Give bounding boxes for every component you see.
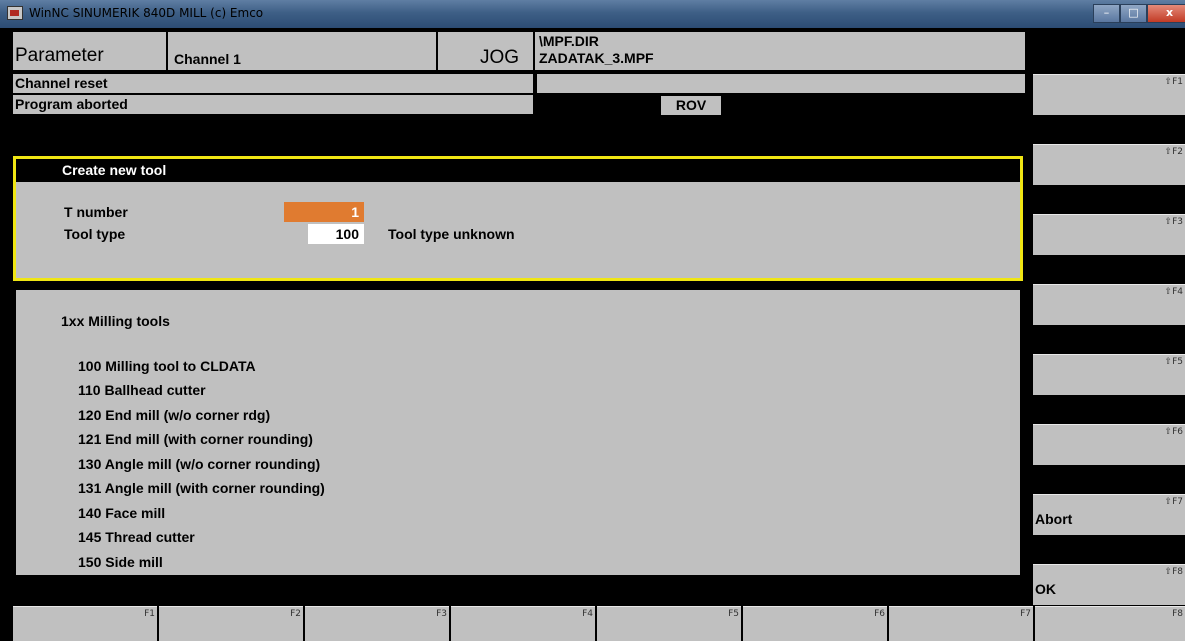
softkey-key-label: F5	[728, 609, 739, 619]
softkey-key-label: F3	[436, 609, 447, 619]
list-item: 150 Side mill	[78, 554, 163, 570]
tool-type-description: Tool type unknown	[388, 226, 515, 242]
maximize-button[interactable]: □	[1120, 4, 1147, 23]
softkey-f2[interactable]: F2	[159, 606, 303, 641]
softkey-key-label: ⇧F3	[1164, 217, 1183, 227]
channel-label: Channel 1	[174, 51, 241, 67]
softkey-key-label: F1	[144, 609, 155, 619]
softkey-label: Abort	[1035, 511, 1073, 527]
list-heading: 1xx Milling tools	[61, 313, 170, 329]
mode-label: JOG	[479, 47, 519, 68]
softkey-key-label: ⇧F2	[1164, 147, 1183, 157]
tool-type-input[interactable]: 100	[308, 224, 364, 244]
softkey-shift-f4[interactable]: ⇧F4	[1033, 284, 1185, 325]
channel-field: Channel 1	[168, 32, 436, 70]
softkey-key-label: ⇧F8	[1164, 567, 1183, 577]
list-item: 120 End mill (w/o corner rdg)	[78, 407, 271, 423]
rov-text: ROV	[675, 97, 707, 113]
list-item: 130 Angle mill (w/o corner rounding)	[78, 456, 321, 472]
softkey-key-label: F2	[290, 609, 301, 619]
window-title: WinNC SINUMERIK 840D MILL (c) Emco	[29, 6, 264, 20]
softkey-f7[interactable]: F7	[889, 606, 1033, 641]
softkey-f5[interactable]: F5	[597, 606, 741, 641]
softkey-shift-f5[interactable]: ⇧F5	[1033, 354, 1185, 395]
dialog-header: Create new tool	[16, 159, 1020, 182]
dialog-title: Create new tool	[62, 162, 167, 178]
tool-type-label: Tool type	[64, 226, 126, 242]
list-item: 140 Face mill	[78, 505, 166, 521]
list-item: 121 End mill (with corner rounding)	[78, 431, 313, 447]
softkey-key-label: ⇧F4	[1164, 287, 1183, 297]
program-dir: \MPF.DIR	[539, 33, 599, 49]
window-titlebar: WinNC SINUMERIK 840D MILL (c) Emco – □ x	[0, 0, 1185, 28]
close-button[interactable]: x	[1147, 4, 1185, 23]
ok-softkey[interactable]: ⇧F8 OK	[1033, 564, 1185, 605]
area-label: Parameter	[15, 45, 104, 66]
alarm-line	[537, 74, 1025, 93]
program-status-text: Program aborted	[15, 96, 128, 112]
list-item: 145 Thread cutter	[78, 529, 195, 545]
program-name: ZADATAK_3.MPF	[539, 50, 654, 66]
softkey-shift-f1[interactable]: ⇧F1	[1033, 74, 1185, 115]
softkey-f8[interactable]: F8	[1035, 606, 1185, 641]
t-number-input[interactable]: 1	[284, 202, 364, 222]
minimize-button[interactable]: –	[1093, 4, 1120, 23]
softkey-key-label: ⇧F5	[1164, 357, 1183, 367]
tool-type-list: 1xx Milling tools 100 Milling tool to CL…	[16, 290, 1020, 575]
program-field: \MPF.DIR ZADATAK_3.MPF	[535, 32, 1025, 70]
abort-softkey[interactable]: ⇧F7 Abort	[1033, 494, 1185, 535]
app-icon	[7, 6, 23, 20]
softkey-f1[interactable]: F1	[13, 606, 157, 641]
softkey-key-label: ⇧F6	[1164, 427, 1183, 437]
create-tool-dialog: Create new tool T number 1 Tool type 100…	[13, 156, 1023, 281]
channel-status: Channel reset	[13, 74, 533, 93]
window-controls: – □ x	[1093, 4, 1185, 23]
softkey-key-label: F8	[1172, 609, 1183, 619]
list-item: 100 Milling tool to CLDATA	[78, 358, 256, 374]
softkey-f4[interactable]: F4	[451, 606, 595, 641]
area-field: Parameter	[13, 32, 166, 70]
channel-status-text: Channel reset	[15, 75, 108, 91]
softkey-key-label: F7	[1020, 609, 1031, 619]
t-number-label: T number	[64, 204, 128, 220]
program-status: Program aborted	[13, 95, 533, 114]
softkey-label: OK	[1035, 581, 1056, 597]
softkey-key-label: ⇧F7	[1164, 497, 1183, 507]
softkey-shift-f6[interactable]: ⇧F6	[1033, 424, 1185, 465]
softkey-shift-f2[interactable]: ⇧F2	[1033, 144, 1185, 185]
list-item: 131 Angle mill (with corner rounding)	[78, 480, 325, 496]
list-item: 110 Ballhead cutter	[78, 382, 206, 398]
softkey-f3[interactable]: F3	[305, 606, 449, 641]
rov-indicator: ROV	[661, 96, 721, 115]
softkey-shift-f3[interactable]: ⇧F3	[1033, 214, 1185, 255]
mode-field: JOG	[438, 32, 533, 70]
softkey-key-label: F4	[582, 609, 593, 619]
softkey-key-label: F6	[874, 609, 885, 619]
softkey-key-label: ⇧F1	[1164, 77, 1183, 87]
softkey-f6[interactable]: F6	[743, 606, 887, 641]
